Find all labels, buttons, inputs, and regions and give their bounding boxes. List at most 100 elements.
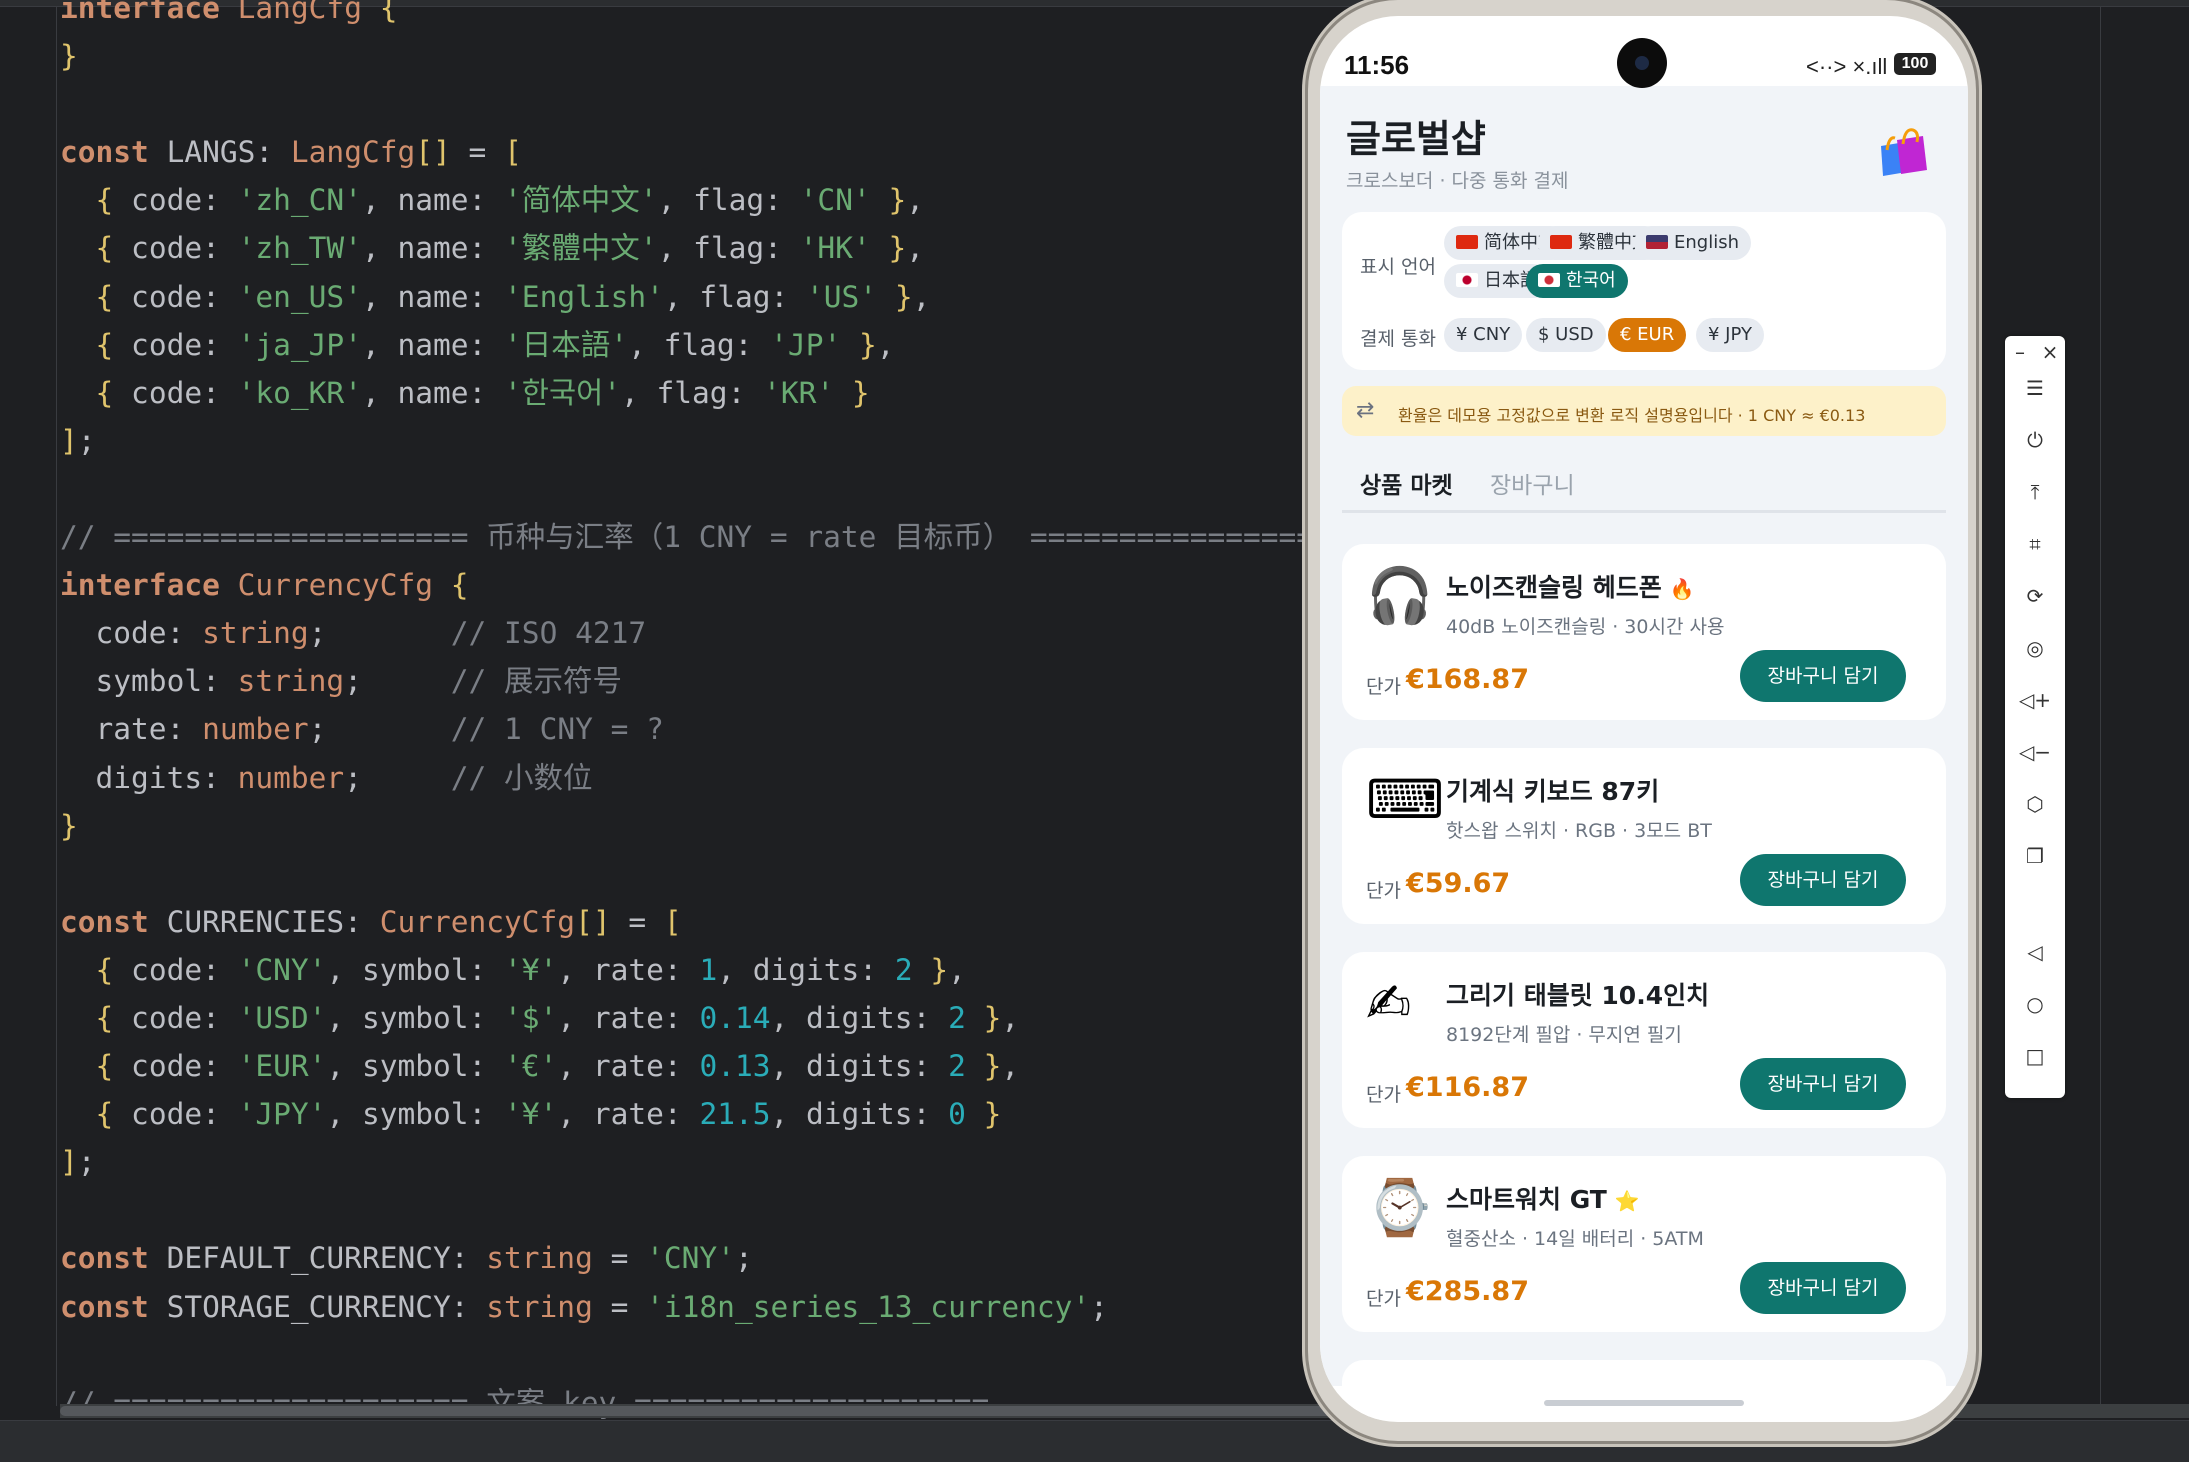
- watch-icon: ⌚: [1366, 1176, 1434, 1239]
- code-line[interactable]: const DEFAULT_CURRENCY: string = 'CNY';: [60, 1234, 1385, 1282]
- phone-screen: 11:56 <··> ×.ıll 100 글로벌샵 크로스보더 · 다중 통화 …: [1320, 16, 1968, 1422]
- code-line[interactable]: rate: number; // 1 CNY = ?: [60, 705, 1385, 753]
- page-subtitle: 크로스보더 · 다중 통화 결제: [1346, 170, 1569, 192]
- add-to-cart-button[interactable]: 장바구니 담기: [1740, 1262, 1906, 1314]
- flag-hk-icon: [1550, 235, 1572, 249]
- overview-icon[interactable]: □: [2005, 1044, 2065, 1068]
- add-to-cart-button[interactable]: 장바구니 담기: [1740, 650, 1906, 702]
- language-chip-en[interactable]: English: [1634, 226, 1751, 260]
- code-line[interactable]: { code: 'USD', symbol: '$', rate: 0.14, …: [60, 994, 1385, 1042]
- price-label: 단가: [1366, 676, 1401, 698]
- tab-cart[interactable]: 장바구니: [1490, 466, 1575, 500]
- code-line[interactable]: }: [60, 32, 1385, 80]
- language-chip-ko[interactable]: 한국어: [1526, 264, 1628, 298]
- camera-lens: [1635, 56, 1649, 70]
- price-label: 단가: [1366, 880, 1401, 902]
- code-line[interactable]: { code: 'zh_CN', name: '简体中文', flag: 'CN…: [60, 176, 1385, 224]
- code-line[interactable]: const CURRENCIES: CurrencyCfg[] = [: [60, 898, 1385, 946]
- code-line[interactable]: digits: number; // 小数位: [60, 754, 1385, 802]
- page-title: 글로벌샵: [1346, 117, 1486, 161]
- back-icon[interactable]: ◁: [2005, 940, 2065, 964]
- screenshot-icon[interactable]: ◎: [2005, 636, 2065, 660]
- product-name: 스마트워치 GT ⭐: [1446, 1185, 1640, 1214]
- volume-up-icon[interactable]: ◁+: [2005, 688, 2065, 712]
- currency-chip-cny[interactable]: ¥ CNY: [1444, 318, 1523, 352]
- rate-notice: ⇄ 환율은 데모용 고정값으로 변환 로직 설명용입니다 · 1 CNY ≈ €…: [1342, 386, 1946, 436]
- emulator-toolbar: – × ☰ ⏻ ⤒ ⌗ ⟳ ◎ ◁+ ◁− ⬡ ❐ ◁ ○ □: [2005, 336, 2065, 1098]
- status-time: 11:56: [1344, 50, 1410, 80]
- settings-card: 표시 언어 결제 통화 简体中文 繁體中文 English 日本語 한국어 ¥ …: [1342, 212, 1946, 370]
- product-name: 노이즈캔슬링 헤드폰 🔥: [1446, 573, 1695, 602]
- signal-icon: <··> ×.ıll: [1806, 54, 1888, 79]
- product-desc: 40dB 노이즈캔슬링 · 30시간 사용: [1446, 616, 1725, 638]
- add-to-cart-button[interactable]: 장바구니 담기: [1740, 1058, 1906, 1110]
- flag-kr-icon: [1538, 273, 1560, 287]
- code-line[interactable]: const LANGS: LangCfg[] = [: [60, 128, 1385, 176]
- code-line[interactable]: { code: 'en_US', name: 'English', flag: …: [60, 273, 1385, 321]
- currency-chip-eur[interactable]: € EUR: [1608, 318, 1687, 352]
- volume-down-icon[interactable]: ◁−: [2005, 740, 2065, 764]
- price-label: 단가: [1366, 1084, 1401, 1106]
- pin-top-icon[interactable]: ⤒: [2005, 480, 2065, 504]
- code-line[interactable]: [60, 850, 1385, 898]
- tab-divider: [1342, 510, 1946, 513]
- flag-jp-icon: [1456, 273, 1478, 287]
- gutter-divider: [56, 6, 57, 1406]
- code-line[interactable]: // ==================== 币种与汇率（1 CNY = ra…: [60, 513, 1385, 561]
- code-line[interactable]: { code: 'ko_KR', name: '한국어', flag: 'KR'…: [60, 369, 1385, 417]
- code-line[interactable]: { code: 'CNY', symbol: '¥', rate: 1, dig…: [60, 946, 1385, 994]
- power-icon[interactable]: ⏻: [2005, 428, 2065, 452]
- currency-chip-usd[interactable]: $ USD: [1526, 318, 1606, 352]
- price-label: 단가: [1366, 1288, 1401, 1310]
- code-line[interactable]: }: [60, 802, 1385, 850]
- product-name: 그리기 태블릿 10.4인치: [1446, 981, 1710, 1010]
- tab-market[interactable]: 상품 마켓: [1360, 466, 1453, 500]
- code-line[interactable]: { code: 'ja_JP', name: '日本語', flag: 'JP'…: [60, 321, 1385, 369]
- multi-window-icon[interactable]: ❐: [2005, 844, 2065, 868]
- product-desc: 핫스왑 스위치 · RGB · 3모드 BT: [1446, 820, 1712, 842]
- currency-chip-jpy[interactable]: ¥ JPY: [1696, 318, 1764, 352]
- notice-text: 환율은 데모용 고정값으로 변환 로직 설명용입니다 · 1 CNY ≈ €0.…: [1398, 406, 1866, 425]
- home-icon[interactable]: ○: [2005, 992, 2065, 1016]
- code-line[interactable]: interface CurrencyCfg {: [60, 561, 1385, 609]
- headphones-icon: 🎧: [1366, 564, 1434, 627]
- code-line[interactable]: [60, 1186, 1385, 1234]
- code-line[interactable]: { code: 'JPY', symbol: '¥', rate: 21.5, …: [60, 1090, 1385, 1138]
- code-line[interactable]: code: string; // ISO 4217: [60, 609, 1385, 657]
- fire-icon: 🔥: [1669, 577, 1695, 601]
- code-line[interactable]: { code: 'EUR', symbol: '€', rate: 0.13, …: [60, 1042, 1385, 1090]
- product-desc: 8192단계 필압 · 무지연 필기: [1446, 1024, 1682, 1046]
- code-line[interactable]: [60, 80, 1385, 128]
- star-icon: ⭐: [1614, 1189, 1640, 1213]
- code-line[interactable]: ];: [60, 417, 1385, 465]
- code-content[interactable]: interface LangCfg {} const LANGS: LangCf…: [60, 0, 1385, 1427]
- shopping-bags-icon: [1881, 128, 1927, 176]
- code-line[interactable]: [60, 465, 1385, 513]
- code-line[interactable]: symbol: string; // 展示符号: [60, 657, 1385, 705]
- rotate-device-icon[interactable]: ⬡: [2005, 792, 2065, 816]
- code-line[interactable]: interface LangCfg {: [60, 0, 1385, 32]
- product-card: [1342, 1360, 1946, 1420]
- right-margin-guide: [2100, 6, 2101, 1406]
- code-line[interactable]: ];: [60, 1138, 1385, 1186]
- exchange-icon: ⇄: [1356, 398, 1375, 423]
- code-line[interactable]: [60, 1331, 1385, 1379]
- code-line[interactable]: { code: 'zh_TW', name: '繁體中文', flag: 'HK…: [60, 224, 1385, 272]
- add-to-cart-button[interactable]: 장바구니 담기: [1740, 854, 1906, 906]
- product-name: 기계식 키보드 87키: [1446, 777, 1660, 806]
- flag-us-icon: [1646, 235, 1668, 249]
- home-indicator[interactable]: [1544, 1400, 1744, 1406]
- menu-icon[interactable]: ☰: [2005, 376, 2065, 400]
- product-price: €116.87: [1406, 1072, 1529, 1103]
- crop-icon[interactable]: ⌗: [2005, 532, 2065, 556]
- product-price: €168.87: [1406, 664, 1529, 695]
- product-price: €59.67: [1406, 868, 1511, 899]
- product-price: €285.87: [1406, 1276, 1529, 1307]
- product-card: ⌨ 기계식 키보드 87키 핫스왑 스위치 · RGB · 3모드 BT 단가 …: [1342, 748, 1946, 924]
- currency-label: 결제 통화: [1360, 328, 1436, 350]
- flag-cn-icon: [1456, 235, 1478, 249]
- close-icon[interactable]: ×: [2035, 340, 2065, 364]
- rotate-icon[interactable]: ⟳: [2005, 584, 2065, 608]
- code-line[interactable]: const STORAGE_CURRENCY: string = 'i18n_s…: [60, 1283, 1385, 1331]
- keyboard-icon: ⌨: [1366, 768, 1444, 831]
